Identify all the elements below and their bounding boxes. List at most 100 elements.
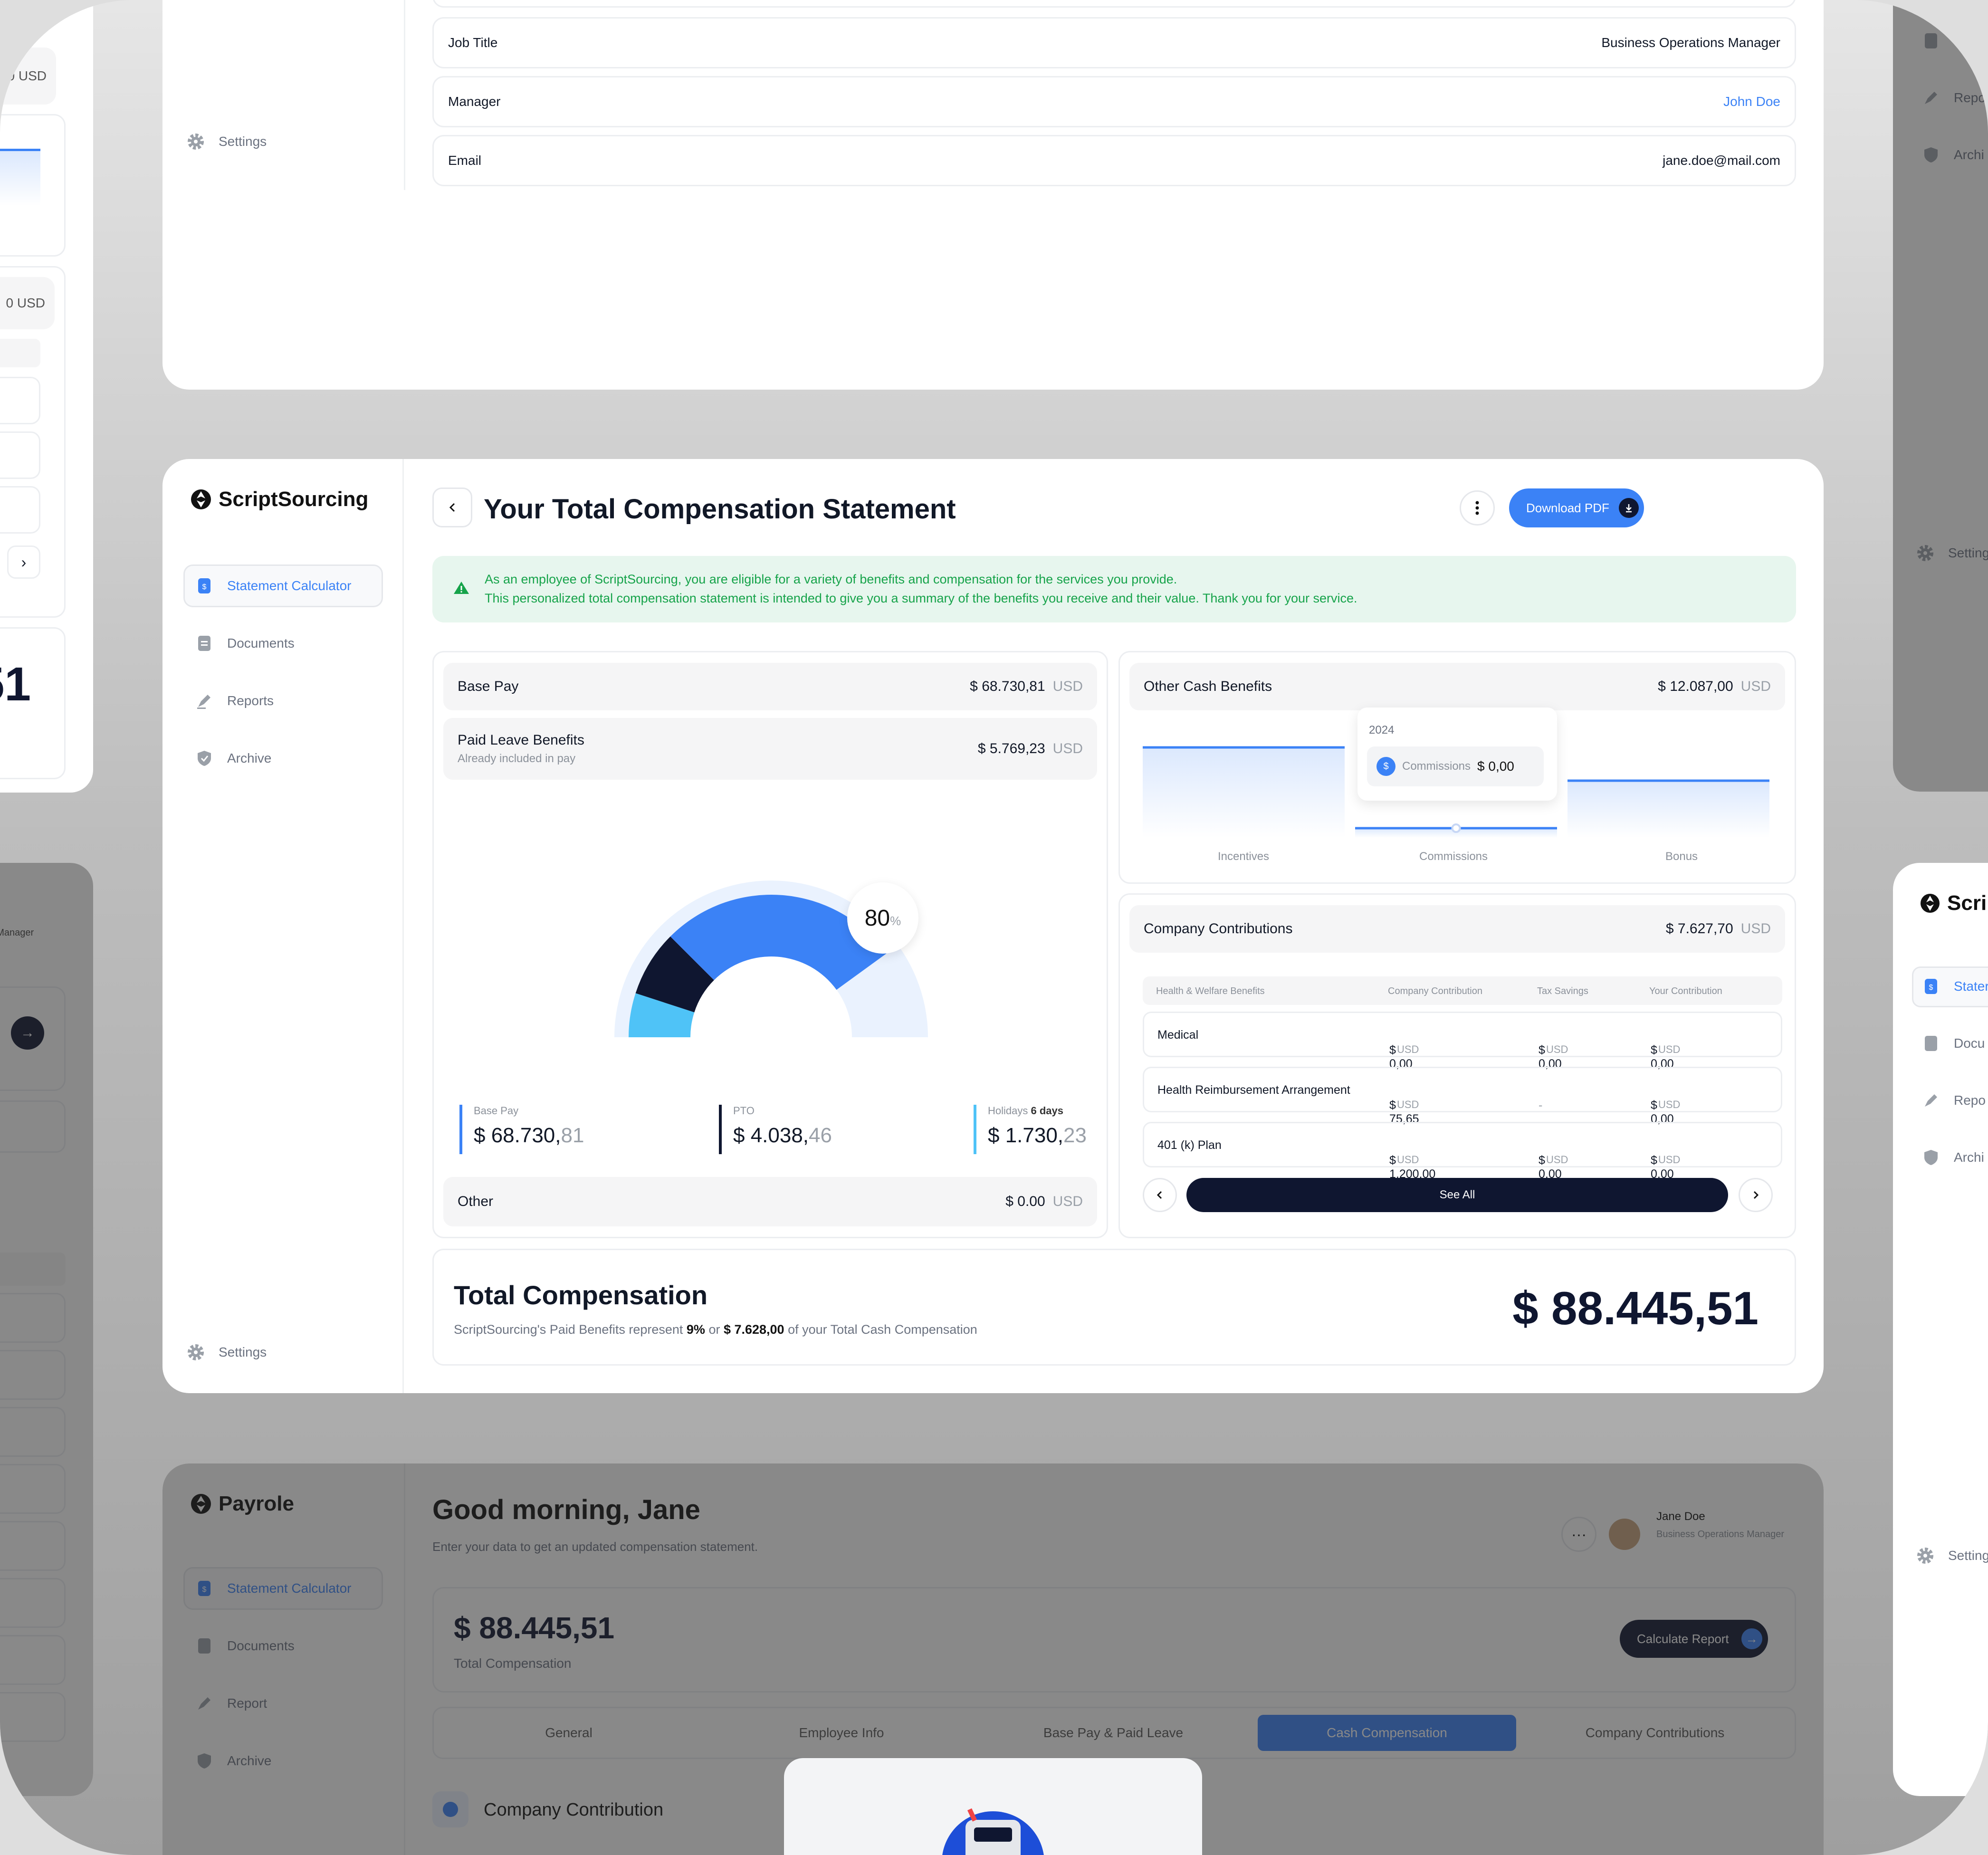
more-options-button[interactable]: ··· bbox=[1561, 1517, 1596, 1552]
axis-label-bonus: Bonus bbox=[1665, 850, 1698, 863]
nav-archive[interactable]: Archi bbox=[1954, 147, 1984, 163]
calculator-icon: $ bbox=[196, 1580, 213, 1597]
benefits-table-header: Health & Welfare Benefits Company Contri… bbox=[1143, 976, 1782, 1005]
total-value: $ 88.445,51 bbox=[1512, 1282, 1759, 1334]
table-row[interactable]: 401 (k) Plan $ 1.200,00 USD $ 0,00 USD $ 0… bbox=[1143, 1122, 1782, 1181]
brand-logo-icon bbox=[191, 1494, 211, 1514]
pen-icon bbox=[196, 1695, 213, 1712]
pay-panel: Base Pay $ 68.730,81 USD Paid Leave Benefi… bbox=[432, 651, 1108, 1238]
settings-link[interactable]: Setting bbox=[1948, 545, 1988, 561]
total-subtitle: ScriptSourcing's Paid Benefits represent… bbox=[454, 1322, 977, 1337]
legend-base-pay: Base Pay $ 68.730,81 bbox=[459, 1105, 584, 1154]
calculator-illustration-icon bbox=[942, 1808, 1044, 1855]
settings-link[interactable]: Setting bbox=[1948, 1548, 1988, 1563]
svg-text:$: $ bbox=[202, 583, 207, 591]
table-row[interactable]: Health Reimbursement Arrangement $ 75,65… bbox=[1143, 1067, 1782, 1126]
chevron-left-icon bbox=[449, 503, 455, 512]
tab-general[interactable]: General bbox=[440, 1715, 697, 1751]
settings-link[interactable]: Settings bbox=[219, 1345, 267, 1360]
back-button[interactable] bbox=[432, 488, 472, 527]
tab-base-pay[interactable]: Base Pay & Paid Leave bbox=[985, 1715, 1242, 1751]
nav-archive[interactable]: Archi bbox=[1954, 1150, 1984, 1165]
avatar[interactable] bbox=[1609, 1519, 1640, 1550]
nav-archive[interactable]: Archive bbox=[227, 1753, 271, 1769]
nav-reports[interactable]: Reports bbox=[227, 693, 274, 708]
nav-reports[interactable]: Repo bbox=[1954, 90, 1986, 105]
manager-row: Manager John Doe bbox=[432, 76, 1796, 127]
nav-archive[interactable]: Archive bbox=[227, 751, 271, 766]
more-vertical-icon bbox=[1475, 501, 1479, 515]
tab-bar: General Employee Info Base Pay & Paid Le… bbox=[432, 1707, 1796, 1759]
calculator-icon: $ bbox=[1922, 978, 1940, 995]
alert-line-1: As an employee of ScriptSourcing, you ar… bbox=[485, 572, 1177, 586]
illustration-card bbox=[784, 1758, 1202, 1855]
table-row[interactable]: Medical $ 0,00 USD $ 0,00 USD $ 0,00 USD bbox=[1143, 1012, 1782, 1071]
greeting-title: Good morning, Jane bbox=[432, 1494, 700, 1525]
base-pay-row: Base Pay $ 68.730,81 USD bbox=[443, 663, 1097, 710]
other-cash-row: Other Cash Benefits $ 12.087,00 USD bbox=[1129, 663, 1785, 710]
tab-employee-info[interactable]: Employee Info bbox=[713, 1715, 970, 1751]
page-title: Your Total Compensation Statement bbox=[484, 494, 956, 525]
document-icon bbox=[196, 1637, 213, 1654]
nav-report[interactable]: Report bbox=[227, 1696, 267, 1711]
prev-page-button[interactable] bbox=[1143, 1178, 1177, 1212]
document-icon bbox=[1922, 32, 1940, 49]
nav-statement-calculator[interactable]: Statement Calculator bbox=[227, 1581, 351, 1596]
email-row: Email jane.doe@mail.com bbox=[432, 135, 1796, 186]
more-options-button[interactable] bbox=[1460, 490, 1495, 526]
brand-logo: Scrip bbox=[1920, 891, 1988, 915]
arrow-right-icon: → bbox=[1741, 1628, 1762, 1649]
amount-field-2[interactable]: 0 USD bbox=[0, 277, 55, 329]
manager-link[interactable]: John Doe bbox=[1723, 94, 1780, 109]
company-contributions-panel: Company Contributions $ 7.627,70 USD Healt… bbox=[1118, 893, 1796, 1238]
right-dimmed-card: Doc Repo Archi Setting bbox=[1893, 0, 1988, 792]
pen-icon bbox=[1922, 1092, 1940, 1109]
axis-label-incentives: Incentives bbox=[1218, 850, 1270, 863]
download-icon bbox=[1618, 498, 1639, 518]
nav-documents[interactable]: Doc bbox=[1954, 33, 1978, 48]
brand-logo-icon bbox=[191, 489, 211, 509]
tab-company-contributions[interactable]: Company Contributions bbox=[1527, 1715, 1783, 1751]
download-pdf-button[interactable]: Download PDF bbox=[1509, 488, 1644, 527]
warning-icon bbox=[454, 582, 469, 594]
greeting-subtitle: Enter your data to get an updated compen… bbox=[432, 1539, 758, 1554]
svg-text:$: $ bbox=[202, 1586, 207, 1594]
next-arrow-button[interactable]: › bbox=[7, 545, 40, 579]
brand-logo: ScriptSourcing bbox=[190, 488, 368, 511]
left-dimmed-card: ions Manager → bbox=[0, 863, 93, 1796]
total-number: 51 bbox=[0, 658, 31, 711]
left-partial-card: 0 USD 0 USD › 51 bbox=[0, 0, 93, 793]
arrow-button[interactable]: → bbox=[11, 1016, 44, 1050]
section-icon bbox=[432, 1791, 468, 1827]
bar-area-bonus bbox=[1567, 781, 1769, 838]
nav-documents[interactable]: Documents bbox=[227, 1638, 295, 1654]
canvas: 0 USD 0 USD › 51 ions Manager → bbox=[0, 0, 1988, 1855]
hover-point[interactable] bbox=[1451, 823, 1461, 833]
paid-leave-row: Paid Leave Benefits Already included in p… bbox=[443, 718, 1097, 780]
shield-icon bbox=[1922, 146, 1940, 163]
amount-field[interactable]: 0 USD bbox=[0, 48, 56, 105]
legend-pto: PTO $ 4.038,46 bbox=[719, 1105, 832, 1154]
next-page-button[interactable] bbox=[1739, 1178, 1773, 1212]
other-cash-panel: Other Cash Benefits $ 12.087,00 USD 2024 $… bbox=[1118, 651, 1796, 884]
alert-line-2: This personalized total compensation sta… bbox=[485, 591, 1357, 605]
see-all-button[interactable]: See All bbox=[1186, 1178, 1728, 1212]
profile-card: Job Title Business Operations Manager Man… bbox=[162, 0, 1824, 390]
right-light-card: Scrip $Stater Docu Repo Archi Setting bbox=[1893, 863, 1988, 1796]
calculate-report-button[interactable]: Calculate Report → bbox=[1620, 1620, 1768, 1658]
gauge-percent-badge: 80% bbox=[847, 882, 918, 954]
settings-link[interactable]: Settings bbox=[219, 134, 267, 149]
nav-reports[interactable]: Repo bbox=[1954, 1093, 1986, 1108]
tab-cash-compensation[interactable]: Cash Compensation bbox=[1258, 1715, 1516, 1751]
shield-icon bbox=[1922, 1149, 1940, 1166]
total-title: Total Compensation bbox=[454, 1280, 708, 1310]
nav-documents[interactable]: Docu bbox=[1954, 1036, 1985, 1051]
nav-documents[interactable]: Documents bbox=[227, 636, 295, 651]
job-title-row: Job Title Business Operations Manager bbox=[432, 17, 1796, 68]
eligibility-alert: As an employee of ScriptSourcing, you ar… bbox=[432, 556, 1796, 622]
brand-logo: Payrole bbox=[190, 1492, 294, 1516]
chevron-left-icon bbox=[1156, 1191, 1162, 1199]
role-label: ions Manager bbox=[0, 928, 34, 938]
gear-icon bbox=[187, 133, 204, 150]
document-icon bbox=[1922, 1035, 1940, 1052]
